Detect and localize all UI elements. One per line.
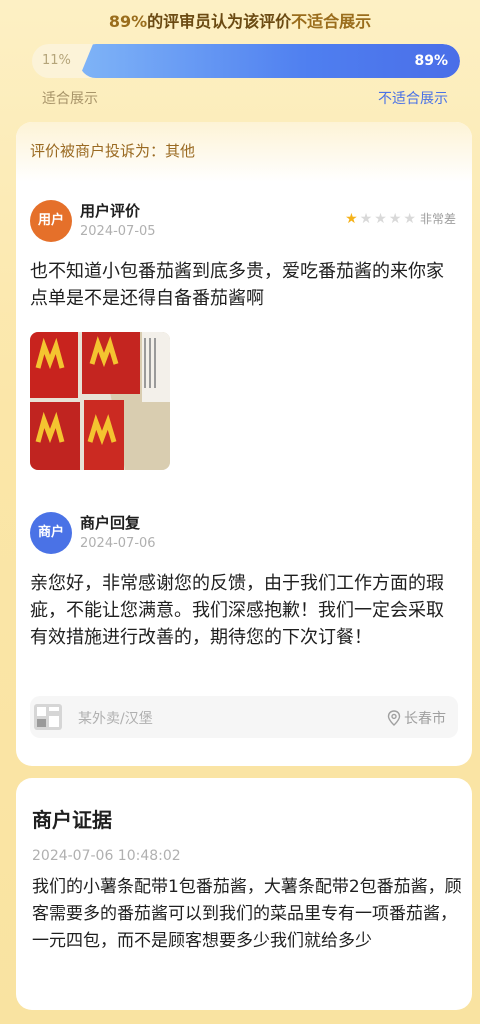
reply-header: 商户 商户回复 2024-07-06 [30, 512, 458, 560]
rating-label: 非常差 [419, 212, 456, 226]
unsuitable-label: 不适合展示 [378, 91, 448, 107]
suitable-label: 适合展示 [42, 91, 98, 107]
shop-city: 长春市 [404, 711, 446, 727]
headline-verdict: 不适合展示 [291, 12, 372, 31]
user-avatar: 用户 [30, 200, 72, 242]
evidence-content: 我们的小薯条配带1包番茄酱，大薯条配带2包番茄酱，顾客需要多的番茄酱可以到我们的… [32, 877, 462, 951]
review-photo[interactable] [30, 332, 170, 470]
location-pin-icon [387, 710, 401, 726]
review-header: 用户 用户评价 2024-07-05 ★ ★ ★ ★ ★ 非常差 [30, 200, 458, 248]
reply-date: 2024-07-06 [80, 536, 156, 551]
headline-mid: 的评审员认为该评价 [147, 12, 292, 31]
star-icon: ★ [345, 210, 358, 227]
shop-location: 长春市 [387, 708, 446, 728]
evidence-card: 商户证据 2024-07-06 10:48:02 我们的小薯条配带1包番茄酱，大… [16, 778, 472, 1010]
review-date: 2024-07-05 [80, 224, 156, 239]
headline-percent: 89% [108, 12, 148, 31]
review-author: 用户评价 [80, 202, 141, 220]
merchant-avatar: 商户 [30, 512, 72, 554]
evidence-datetime: 2024-07-06 10:48:02 [32, 848, 181, 864]
star-icon: ★ [388, 210, 402, 227]
reply-author: 商户回复 [80, 514, 141, 532]
rating-stars: ★ ★ ★ ★ ★ 非常差 [345, 210, 456, 227]
star-icon: ★ [403, 210, 416, 227]
evidence-title: 商户证据 [32, 808, 112, 832]
shop-info-bar[interactable]: 某外卖/汉堡 长春市 [30, 696, 458, 738]
star-icon: ★ [374, 210, 387, 227]
vote-labels: 适合展示 不适合展示 [42, 88, 448, 108]
review-card: 评价被商户投诉为：其他 用户 用户评价 2024-07-05 ★ ★ ★ ★ ★… [16, 122, 472, 766]
shop-name: 某外卖/汉堡 [78, 711, 153, 727]
vote-progress-bar: 11% 89% [32, 44, 460, 78]
shop-thumbnail-icon [34, 704, 62, 730]
complaint-reason: 评价被商户投诉为：其他 [16, 122, 472, 182]
review-content: 也不知道小包番茄酱到底多贵，爱吃番茄酱的来你家点单是不是还得自备番茄酱啊 [30, 261, 444, 309]
vote-headline: 89%的评审员认为该评价不适合展示 [0, 8, 480, 32]
unsuitable-percent-fill: 89% [79, 44, 460, 78]
reply-content: 亲您好，非常感谢您的反馈，由于我们工作方面的瑕疵，不能让您满意。我们深感抱歉！我… [30, 573, 444, 648]
star-icon: ★ [359, 210, 373, 227]
